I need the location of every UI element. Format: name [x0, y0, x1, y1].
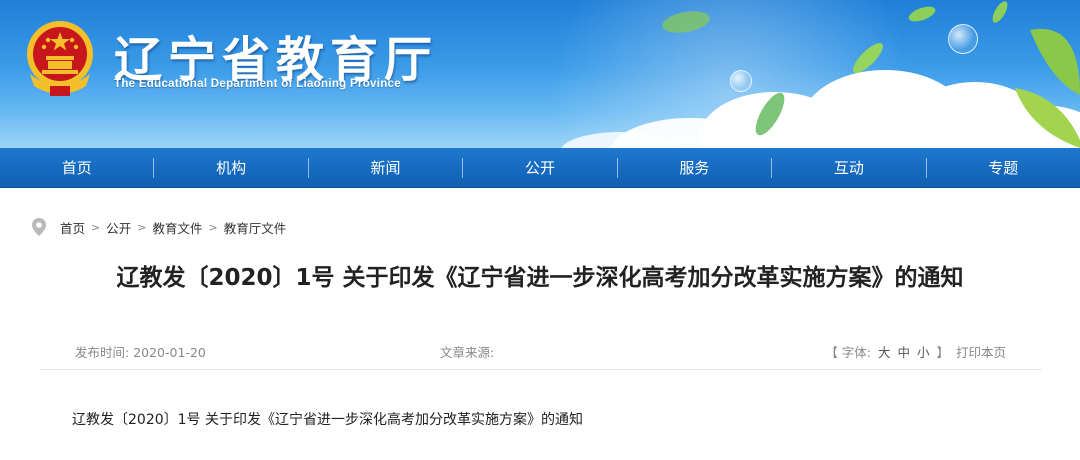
font-size-large-button[interactable]: 大 [878, 345, 891, 360]
publish-info: 发布时间: 2020-01-20 [75, 342, 206, 361]
nav-item-home[interactable]: 首页 [0, 157, 153, 178]
nav-item-organization[interactable]: 机构 [154, 157, 307, 178]
breadcrumb-department-files[interactable]: 教育厅文件 [224, 218, 287, 237]
source-label: 文章来源: [440, 345, 495, 360]
font-size-bracket-close: 】 [936, 345, 949, 360]
header-banner: 辽宁省教育厅 The Educational Department of Lia… [0, 0, 1080, 148]
font-size-medium-button[interactable]: 中 [897, 345, 910, 360]
nav-item-services[interactable]: 服务 [618, 157, 771, 178]
publish-label: 发布时间: [75, 345, 130, 360]
breadcrumb: 首页 > 公开 > 教育文件 > 教育厅文件 [32, 218, 286, 236]
site-subtitle: The Educational Department of Liaoning P… [114, 78, 401, 90]
article-title: 辽教发〔2020〕1号 关于印发《辽宁省进一步深化高考加分改革实施方案》的通知 [116, 265, 964, 291]
print-page-link[interactable]: 打印本页 [956, 345, 1006, 360]
location-pin-icon [32, 218, 46, 236]
font-size-label: 【 字体: [825, 345, 871, 360]
font-size-small-button[interactable]: 小 [917, 345, 930, 360]
breadcrumb-separator: > [91, 220, 101, 234]
breadcrumb-education-files[interactable]: 教育文件 [152, 218, 202, 237]
bubble-decoration [948, 24, 978, 54]
national-emblem-icon [27, 21, 93, 96]
breadcrumb-home[interactable]: 首页 [60, 218, 85, 237]
nav-item-topics[interactable]: 专题 [927, 157, 1080, 178]
main-nav: 首页 机构 新闻 公开 服务 互动 专题 [0, 148, 1080, 188]
breadcrumb-public[interactable]: 公开 [106, 218, 131, 237]
article-tools: 【 字体: 大 中 小 】 打印本页 [822, 342, 1006, 361]
source-info: 文章来源: [440, 342, 494, 361]
nav-item-interaction[interactable]: 互动 [772, 157, 925, 178]
nav-item-public[interactable]: 公开 [463, 157, 616, 178]
article-meta: 发布时间: 2020-01-20 文章来源: 【 字体: 大 中 小 】 打印本… [40, 342, 1042, 370]
nav-item-news[interactable]: 新闻 [309, 157, 462, 178]
article-body-first-line: 辽教发〔2020〕1号 关于印发《辽宁省进一步深化高考加分改革实施方案》的通知 [72, 412, 583, 428]
publish-date: 2020-01-20 [133, 345, 206, 360]
